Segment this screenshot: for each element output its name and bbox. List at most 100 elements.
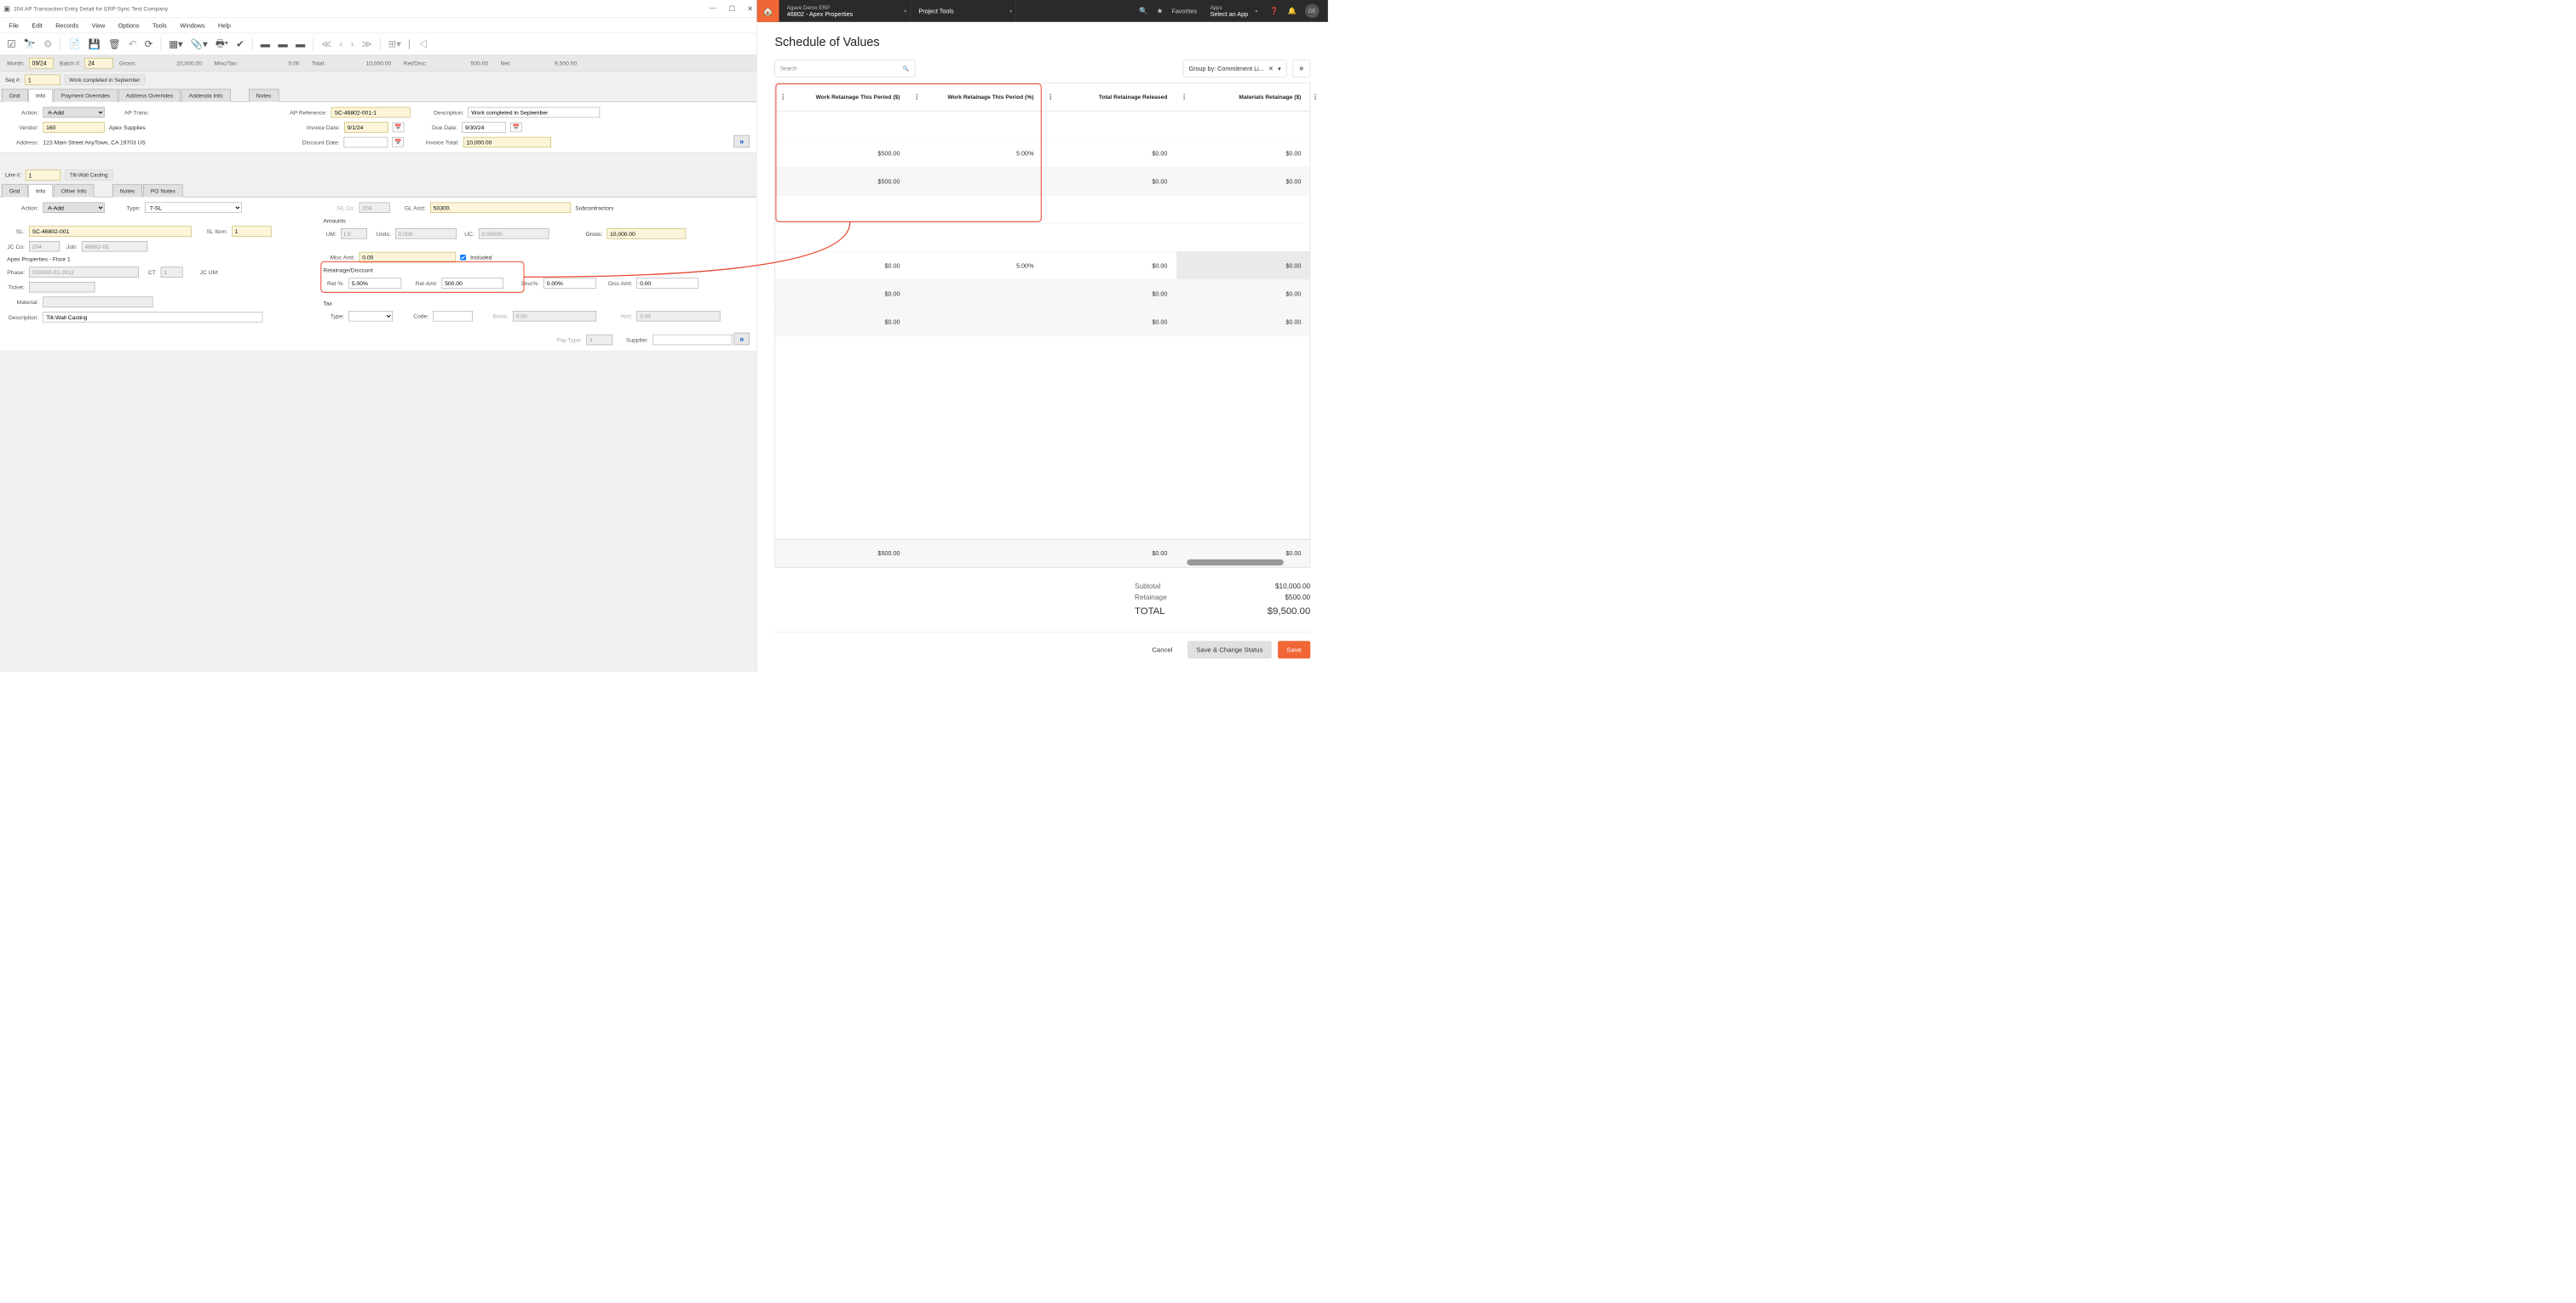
menu-edit[interactable]: Edit bbox=[32, 22, 42, 29]
grid-icon[interactable]: ▦▾ bbox=[169, 38, 182, 49]
kebab-icon[interactable]: ⋮ bbox=[779, 93, 786, 101]
action-select[interactable]: A-Add bbox=[43, 107, 105, 118]
menu-view[interactable]: View bbox=[92, 22, 106, 29]
tab-info[interactable]: Info bbox=[28, 89, 53, 102]
menu-windows[interactable]: Windows bbox=[180, 22, 204, 29]
discamt-input[interactable] bbox=[636, 278, 698, 288]
calendar-icon[interactable]: 📅 bbox=[393, 123, 404, 132]
included-checkbox[interactable] bbox=[460, 255, 466, 261]
panel2-icon[interactable]: ▬ bbox=[278, 38, 287, 49]
table-icon[interactable]: ⊞▾ bbox=[388, 38, 401, 49]
discpct-input[interactable] bbox=[543, 278, 596, 288]
first-icon[interactable]: ≪ bbox=[321, 38, 331, 49]
refresh-icon[interactable]: ⟳ bbox=[145, 38, 153, 49]
bell-icon[interactable]: 🔔 bbox=[1287, 7, 1296, 15]
tab-other-info[interactable]: Other Info bbox=[54, 185, 94, 198]
miscamt-input[interactable] bbox=[359, 252, 456, 262]
clear-icon[interactable]: ✕ bbox=[1268, 65, 1274, 72]
apps-dropdown[interactable]: Apps Select an App ▾ bbox=[1205, 0, 1261, 22]
supplier-input[interactable] bbox=[653, 335, 733, 345]
maximize-icon[interactable]: ☐ bbox=[728, 4, 734, 13]
undo-icon[interactable]: ↶ bbox=[129, 38, 137, 49]
last-icon[interactable]: ≫ bbox=[362, 38, 372, 49]
group-by-control[interactable]: Group by: Commitment Li... ✕ ▾ bbox=[1183, 60, 1287, 77]
line-action-select[interactable]: A-Add bbox=[43, 203, 105, 213]
line-input[interactable] bbox=[26, 169, 60, 180]
tab-grid[interactable]: Grid bbox=[2, 89, 27, 102]
tab-addenda-info[interactable]: Addenda Info bbox=[181, 89, 230, 102]
prev-icon[interactable]: ‹ bbox=[340, 38, 343, 49]
tab-po-notes[interactable]: PO Notes bbox=[143, 185, 183, 198]
kebab-icon[interactable]: ⋮ bbox=[1047, 93, 1054, 101]
menu-file[interactable]: File bbox=[9, 22, 19, 29]
tab-address-overrides[interactable]: Address Overrides bbox=[118, 89, 181, 102]
cancel-button[interactable]: Cancel bbox=[1143, 641, 1182, 659]
table-row[interactable]: $0.00$0.00$0.00 bbox=[775, 307, 1310, 336]
kebab-icon[interactable]: ⋮ bbox=[1181, 93, 1187, 101]
tab-notes[interactable]: Notes bbox=[249, 89, 279, 102]
duedate-input[interactable] bbox=[462, 122, 506, 132]
save-button[interactable]: Save bbox=[1278, 641, 1310, 659]
panel3-icon[interactable]: ▬ bbox=[296, 38, 305, 49]
help-icon[interactable]: ❓ bbox=[1270, 7, 1279, 15]
menu-help[interactable]: Help bbox=[218, 22, 231, 29]
desc-input[interactable] bbox=[469, 107, 601, 118]
vendor-input[interactable] bbox=[43, 122, 105, 132]
tab-payment-overrides[interactable]: Payment Overrides bbox=[54, 89, 118, 102]
minimize-icon[interactable]: ― bbox=[710, 4, 716, 13]
save-icon[interactable]: 💾 bbox=[89, 38, 101, 49]
glacct-input[interactable] bbox=[430, 203, 571, 213]
print-icon[interactable]: 🖶▾ bbox=[216, 36, 228, 53]
kebab-icon[interactable]: ⋮ bbox=[913, 93, 920, 101]
avatar[interactable]: DE bbox=[1305, 4, 1319, 18]
new-icon[interactable]: 📄 bbox=[68, 38, 80, 49]
save-change-status-button[interactable]: Save & Change Status bbox=[1187, 641, 1272, 659]
next-arrow-button[interactable]: » bbox=[733, 135, 750, 147]
invtotal-input[interactable] bbox=[463, 137, 551, 147]
next-icon[interactable]: › bbox=[351, 38, 354, 49]
month-input[interactable] bbox=[29, 58, 54, 68]
calendar-icon[interactable]: 📅 bbox=[392, 137, 403, 146]
search-icon[interactable]: 🔍 bbox=[1139, 7, 1147, 15]
table-row[interactable]: $500.00$0.00$0.00 bbox=[775, 167, 1310, 195]
star-icon[interactable]: ★ bbox=[1157, 7, 1163, 15]
line-type-select[interactable]: 7-SL bbox=[145, 203, 241, 213]
retpct-input[interactable] bbox=[348, 278, 401, 288]
batch-input[interactable] bbox=[85, 58, 113, 68]
scrollbar[interactable] bbox=[1187, 560, 1283, 565]
delete-icon[interactable]: 🗑 bbox=[108, 38, 120, 49]
kebab-icon[interactable]: ⋮ bbox=[1312, 93, 1319, 101]
binoculars-icon[interactable]: 🔭 bbox=[24, 38, 36, 49]
table-row[interactable] bbox=[775, 223, 1310, 251]
menu-records[interactable]: Records bbox=[55, 22, 78, 29]
line-desc-input[interactable] bbox=[43, 312, 263, 322]
table-row[interactable]: $0.00$0.00$0.00 bbox=[775, 279, 1310, 307]
retamt-input[interactable] bbox=[442, 278, 503, 288]
menu-tools[interactable]: Tools bbox=[152, 22, 167, 29]
table-row[interactable] bbox=[775, 195, 1310, 223]
favorites-label[interactable]: Favorites bbox=[1171, 8, 1197, 14]
attach-icon[interactable]: 📎▾ bbox=[191, 38, 208, 49]
taxtype-select[interactable] bbox=[348, 311, 393, 321]
settings-button[interactable]: ⚙ bbox=[1293, 60, 1311, 77]
apref-input[interactable] bbox=[331, 107, 411, 118]
menu-options[interactable]: Options bbox=[118, 22, 140, 29]
seq-input[interactable] bbox=[25, 75, 60, 85]
tab-info2[interactable]: Info bbox=[28, 185, 53, 198]
panel1-icon[interactable]: ▬ bbox=[261, 38, 270, 49]
table-row[interactable]: $0.005.00%$0.00$0.00 bbox=[775, 251, 1310, 279]
check-icon[interactable]: ☑ bbox=[7, 38, 15, 49]
calendar-icon[interactable]: 📅 bbox=[510, 123, 521, 132]
gear-icon[interactable]: ⚙ bbox=[43, 38, 52, 49]
home-button[interactable]: 🏠 bbox=[757, 0, 779, 22]
close-icon[interactable]: ✕ bbox=[747, 4, 753, 13]
sl-input[interactable] bbox=[29, 226, 192, 236]
spellcheck-icon[interactable]: ✔︎ bbox=[236, 38, 244, 49]
rewind-icon[interactable]: ⎸◁ bbox=[409, 38, 427, 49]
tab-notes2[interactable]: Notes bbox=[112, 185, 142, 198]
invdate-input[interactable] bbox=[344, 122, 388, 132]
line-gross-input[interactable] bbox=[607, 228, 686, 238]
slitem-input[interactable] bbox=[232, 226, 271, 236]
erp-context-dropdown[interactable]: Agave Demo ERP 46802 - Apex Properties ▾ bbox=[779, 0, 911, 22]
next-arrow-button[interactable]: » bbox=[733, 333, 750, 345]
